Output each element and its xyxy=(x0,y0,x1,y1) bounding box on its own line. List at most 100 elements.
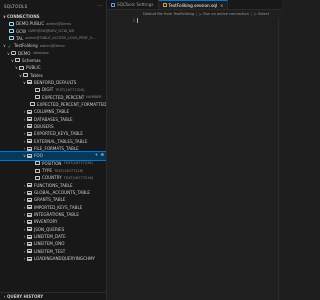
tree-item-detail: TEXT(16777216) xyxy=(63,175,94,180)
column-icon xyxy=(35,175,40,180)
tree-item-table[interactable]: › EXTERNAL_TABLES_TABLE xyxy=(0,138,106,145)
tree-item-label: FOO xyxy=(34,153,43,159)
tree-item-column[interactable]: TYPE TEXT(16777216) xyxy=(0,167,106,174)
column-icon xyxy=(30,102,35,107)
tree-item-label: LOADINGANDQUERYINGCHMY xyxy=(34,256,95,262)
tree-item-table[interactable]: ∨ BENFORD_DEFAULTS xyxy=(0,79,106,86)
tree-item-table[interactable]: › LOADINGANDQUERYINGCHMY xyxy=(0,255,106,262)
database-icon xyxy=(11,51,16,56)
tree-item-table[interactable]: › INVENTORY xyxy=(0,218,106,225)
codelens-default-file[interactable]: Default file from TestFoliking xyxy=(143,12,194,16)
tree-item-table[interactable]: › FILE_FORMATS_TABLE xyxy=(0,145,106,152)
tree-item-table[interactable]: › IMPORTED_KEYS_TABLE xyxy=(0,204,106,211)
tree-item-label: GLOBAL_ACCOUNTS_TABLE xyxy=(34,190,90,196)
tree-item-table[interactable]: ∨ FOO + ⊕ xyxy=(0,151,106,161)
tree-item-table[interactable]: › LINEITEM_TEST xyxy=(0,248,106,255)
add-icon[interactable]: + xyxy=(95,153,99,158)
tree-item-table[interactable]: › EXPORTED_KEYS_TABLE xyxy=(0,130,106,137)
tree-item-label: LINEITEM_TEST xyxy=(34,248,66,254)
table-icon xyxy=(27,109,32,114)
connection-icon xyxy=(9,21,14,26)
tree-item-connection[interactable]: GCW GWR@SW@DEV_GCW_DB xyxy=(0,27,106,34)
tree-item-connection[interactable]: ∨ ✓ TestFoliking admin@Demo xyxy=(0,42,106,49)
tree-item-table[interactable]: › GRANTS_TABLE xyxy=(0,196,106,203)
codelens-select[interactable]: ▷ Select xyxy=(254,12,269,16)
tree-item-label: FILE_FORMATS_TABLE xyxy=(34,146,79,152)
connections-section-header[interactable]: ∨ CONNECTIONS xyxy=(0,12,106,20)
tree-item-table[interactable]: › DBUSERS xyxy=(0,123,106,130)
table-icon xyxy=(27,249,32,254)
tree-item-column[interactable]: DIGIT TEXT(16777216) xyxy=(0,86,106,93)
tree-item-table[interactable]: › DATABASES_TABLE xyxy=(0,115,106,122)
tree-item-table[interactable]: › LINEITEM_ONO xyxy=(0,240,106,247)
tree-item-detail: admin@TABLE_ACCESS_LOGS_PERF_G... xyxy=(25,36,96,41)
table-icon xyxy=(27,197,32,202)
tree-item-folder[interactable]: ∨ Tables xyxy=(0,71,106,78)
table-icon xyxy=(27,234,32,239)
tree-item-table[interactable]: › INTEGRATIONS_TABLE xyxy=(0,211,106,218)
tree-item-label: PUBLIC xyxy=(26,65,41,71)
tree-item-label: FUNCTIONS_TABLE xyxy=(34,182,73,188)
tree-item-table[interactable]: › JSON_QUERIES xyxy=(0,226,106,233)
tree-item-label: COUNTRY xyxy=(42,175,62,181)
tree-item-table[interactable]: › GLOBAL_ACCOUNTS_TABLE xyxy=(0,189,106,196)
tree-item-database[interactable]: ∨ DEMO database xyxy=(0,49,106,56)
tree-item-column[interactable]: EXPECTED_PERCENT NUMBER xyxy=(0,93,106,100)
connection-icon xyxy=(9,29,14,34)
query-history-section-header[interactable]: › QUERY HISTORY xyxy=(0,292,106,300)
tree-item-connection[interactable]: DEMO.PUBLIC admin@Demo xyxy=(0,20,106,27)
folder-icon xyxy=(23,73,28,78)
tab-sqltools-settings[interactable]: SQLTools Settings xyxy=(107,0,159,9)
table-icon xyxy=(27,256,32,261)
connections-header-label: CONNECTIONS xyxy=(7,13,40,19)
tree-item-detail: NUMBER xyxy=(86,95,102,100)
editor-tab-bar: SQLTools Settings TestFoliking.session.s… xyxy=(107,0,282,10)
tree-item-detail: GWR@SW@DEV_GCW_DB xyxy=(28,29,74,34)
tree-item-detail: TEXT(16777216) xyxy=(55,87,85,92)
tree-item-label: TestFoliking xyxy=(14,43,38,49)
sidebar-title: SQLTOOLS xyxy=(4,3,28,9)
table-icon xyxy=(27,153,32,158)
codelens-bar: Default file from TestFoliking | ▷ Run o… xyxy=(143,12,270,16)
tree-item-label: EXPECTED_PERCENT_FORMATTED... xyxy=(37,101,106,107)
tree-item-table[interactable]: › LINEITEM_DATE xyxy=(0,233,106,240)
query-history-header-label: QUERY HISTORY xyxy=(7,294,44,299)
tree-item-folder[interactable]: ∨ Schemas xyxy=(0,57,106,64)
folder-icon xyxy=(19,65,24,70)
tree-item-table[interactable]: › COLUMNS_TABLE xyxy=(0,108,106,115)
tab-session-sql[interactable]: TestFoliking.session.sql × xyxy=(158,0,229,9)
table-icon xyxy=(27,212,32,217)
tree-item-label: EXTERNAL_TABLES_TABLE xyxy=(34,138,88,144)
tree-item-label: DBUSERS xyxy=(34,123,54,129)
table-icon xyxy=(27,131,32,136)
tree-item-column[interactable]: EXPECTED_PERCENT_FORMATTED... xyxy=(0,101,106,108)
tree-item-column[interactable]: POSITION TEXT(16777216) xyxy=(0,160,106,167)
tree-item-label: BENFORD_DEFAULTS xyxy=(34,79,77,85)
table-icon xyxy=(27,80,32,85)
tree-item-schema[interactable]: ∨ PUBLIC xyxy=(0,64,106,71)
show-records-icon[interactable]: ⊕ xyxy=(100,153,104,158)
line-number: 1 xyxy=(132,18,135,23)
tree-item-connection[interactable]: TAL admin@TABLE_ACCESS_LOGS_PERF_G... xyxy=(0,35,106,42)
close-icon[interactable]: × xyxy=(220,3,223,8)
tree-item-label: GCW xyxy=(16,28,27,34)
code-editor[interactable]: 1 xyxy=(107,18,282,300)
tree-item-label: LINEITEM_ONO xyxy=(34,241,65,247)
row-actions: + ⊕ xyxy=(95,153,104,158)
editor-area: SQLTools Settings TestFoliking.session.s… xyxy=(107,0,282,300)
codelens-run-active[interactable]: ▷ Run on active connection xyxy=(199,12,248,16)
tree-item-column[interactable]: COUNTRY TEXT(16777216) xyxy=(0,174,106,181)
tree-item-table[interactable]: › FUNCTIONS_TABLE xyxy=(0,182,106,189)
tree-item-label: DATABASES_TABLE xyxy=(34,116,73,122)
tree-item-label: Tables xyxy=(30,72,43,78)
tree-item-label: Schemas xyxy=(22,57,41,63)
tab-label: SQLTools Settings xyxy=(117,2,154,7)
vertical-scrollbar[interactable] xyxy=(278,18,279,300)
tree-item-label: INTEGRATIONS_TABLE xyxy=(34,212,79,218)
tree-item-label: COLUMNS_TABLE xyxy=(34,109,70,115)
tree-item-label: IMPORTED_KEYS_TABLE xyxy=(34,204,83,210)
sqltools-sidebar: SQLTOOLS ··· ∨ CONNECTIONS DEMO.PUBLIC ad… xyxy=(0,0,107,300)
more-actions-icon[interactable]: ··· xyxy=(98,3,103,9)
tree-item-detail: admin@Demo xyxy=(46,21,72,26)
tree-item-label: INVENTORY xyxy=(34,219,58,225)
